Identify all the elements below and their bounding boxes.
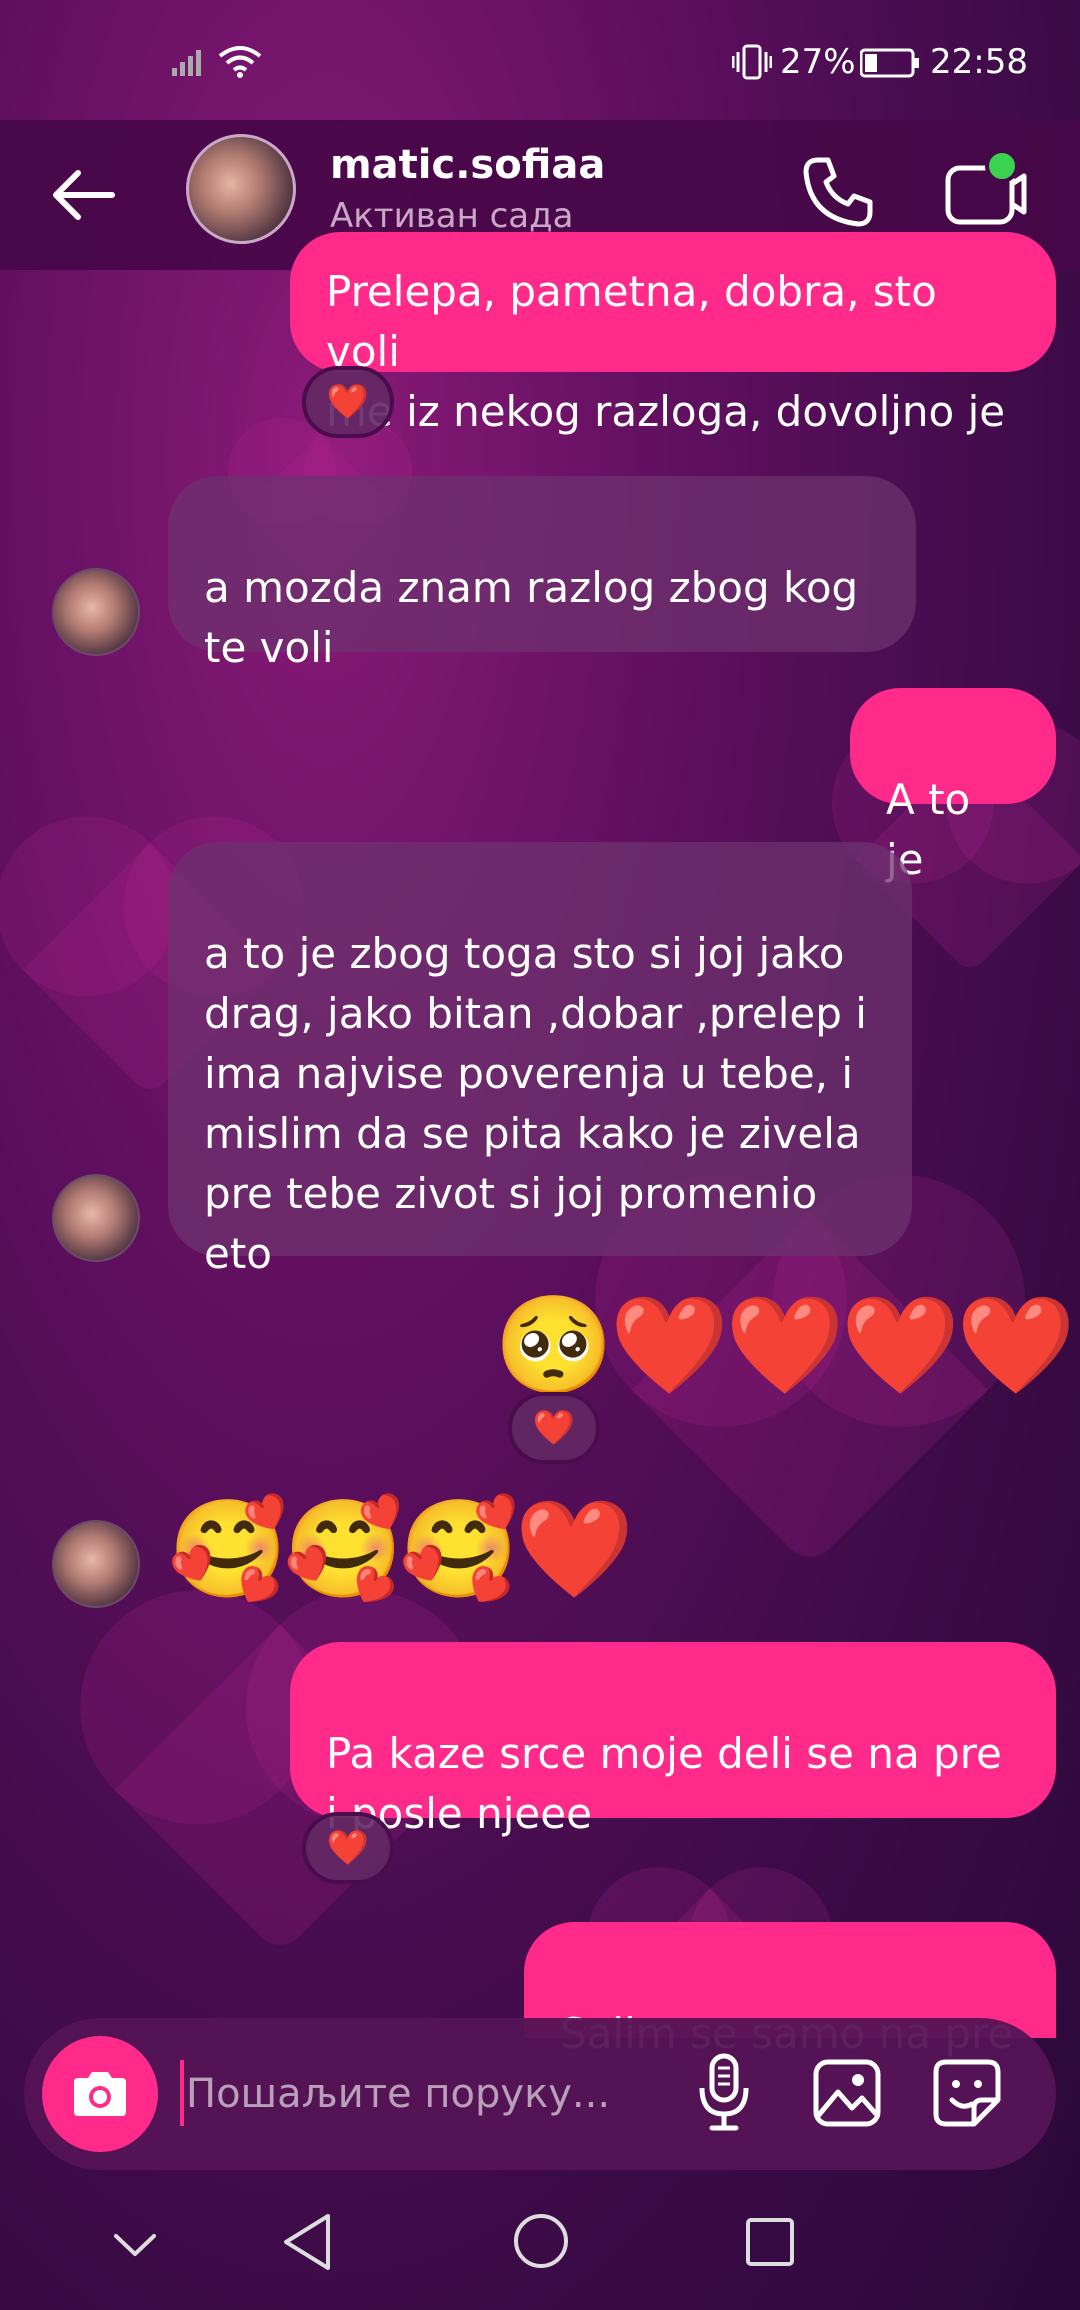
contact-avatar[interactable]: [186, 134, 296, 244]
microphone-icon[interactable]: [696, 2052, 752, 2132]
message-bubble-received[interactable]: a to je zbog toga sto si joj jako drag, …: [168, 842, 912, 1278]
nav-back-icon[interactable]: [282, 2212, 332, 2272]
video-icon[interactable]: [944, 150, 1028, 230]
message-bubble-sent[interactable]: Pa kaze srce moje deli se na pre i posle…: [290, 1642, 1056, 1838]
nav-hide-icon[interactable]: [112, 2232, 158, 2258]
contact-status: Активан сада: [330, 196, 574, 236]
message-bubble-sent[interactable]: A to je: [850, 688, 1056, 884]
message-reaction[interactable]: ❤️: [508, 1392, 600, 1464]
chat-screen: 27% 22:58 matic.sofiaa Активан сада Prel…: [0, 0, 1080, 2310]
sender-avatar[interactable]: [52, 568, 140, 656]
sticker-icon[interactable]: [932, 2058, 1002, 2128]
system-nav-bar: [0, 2176, 1080, 2310]
message-reaction[interactable]: ❤️: [302, 366, 394, 438]
nav-recents-icon[interactable]: [744, 2216, 796, 2268]
message-text: Prelepa, pametna, dobra, sto voli me iz …: [326, 267, 1006, 436]
gallery-icon[interactable]: [812, 2058, 882, 2128]
message-composer: [24, 2018, 1056, 2170]
contact-name[interactable]: matic.sofiaa: [330, 142, 605, 188]
camera-icon: [74, 2072, 126, 2116]
wifi-icon: [218, 46, 262, 78]
message-reaction[interactable]: ❤️: [302, 1812, 394, 1884]
sender-avatar[interactable]: [52, 1174, 140, 1262]
message-bubble-received[interactable]: a mozda znam razlog zbog kog te voli: [168, 476, 916, 672]
battery-percent: 27%: [780, 42, 856, 82]
camera-button[interactable]: [42, 2036, 158, 2152]
vibrate-icon: [732, 44, 772, 80]
status-bar: 27% 22:58: [0, 0, 1080, 120]
back-arrow-icon[interactable]: [48, 160, 118, 230]
battery-icon: [860, 48, 919, 78]
phone-icon[interactable]: [800, 154, 876, 230]
emoji-message-sent[interactable]: 🥺❤️❤️❤️❤️: [494, 1290, 1076, 1400]
message-text: Pa kaze srce moje deli se na pre i posle…: [326, 1729, 1002, 1838]
clock: 22:58: [930, 42, 1028, 82]
sender-avatar[interactable]: [52, 1520, 140, 1608]
signal-icon: [172, 50, 201, 76]
message-text: a mozda znam razlog zbog kog te voli: [204, 563, 859, 672]
nav-home-icon[interactable]: [512, 2212, 570, 2270]
message-text: a to je zbog toga sto si joj jako drag, …: [204, 929, 867, 1278]
message-input[interactable]: [184, 2060, 668, 2128]
message-bubble-sent[interactable]: Prelepa, pametna, dobra, sto voli me iz …: [290, 232, 1056, 436]
emoji-message-received[interactable]: 🥰🥰🥰❤️: [168, 1494, 634, 1604]
